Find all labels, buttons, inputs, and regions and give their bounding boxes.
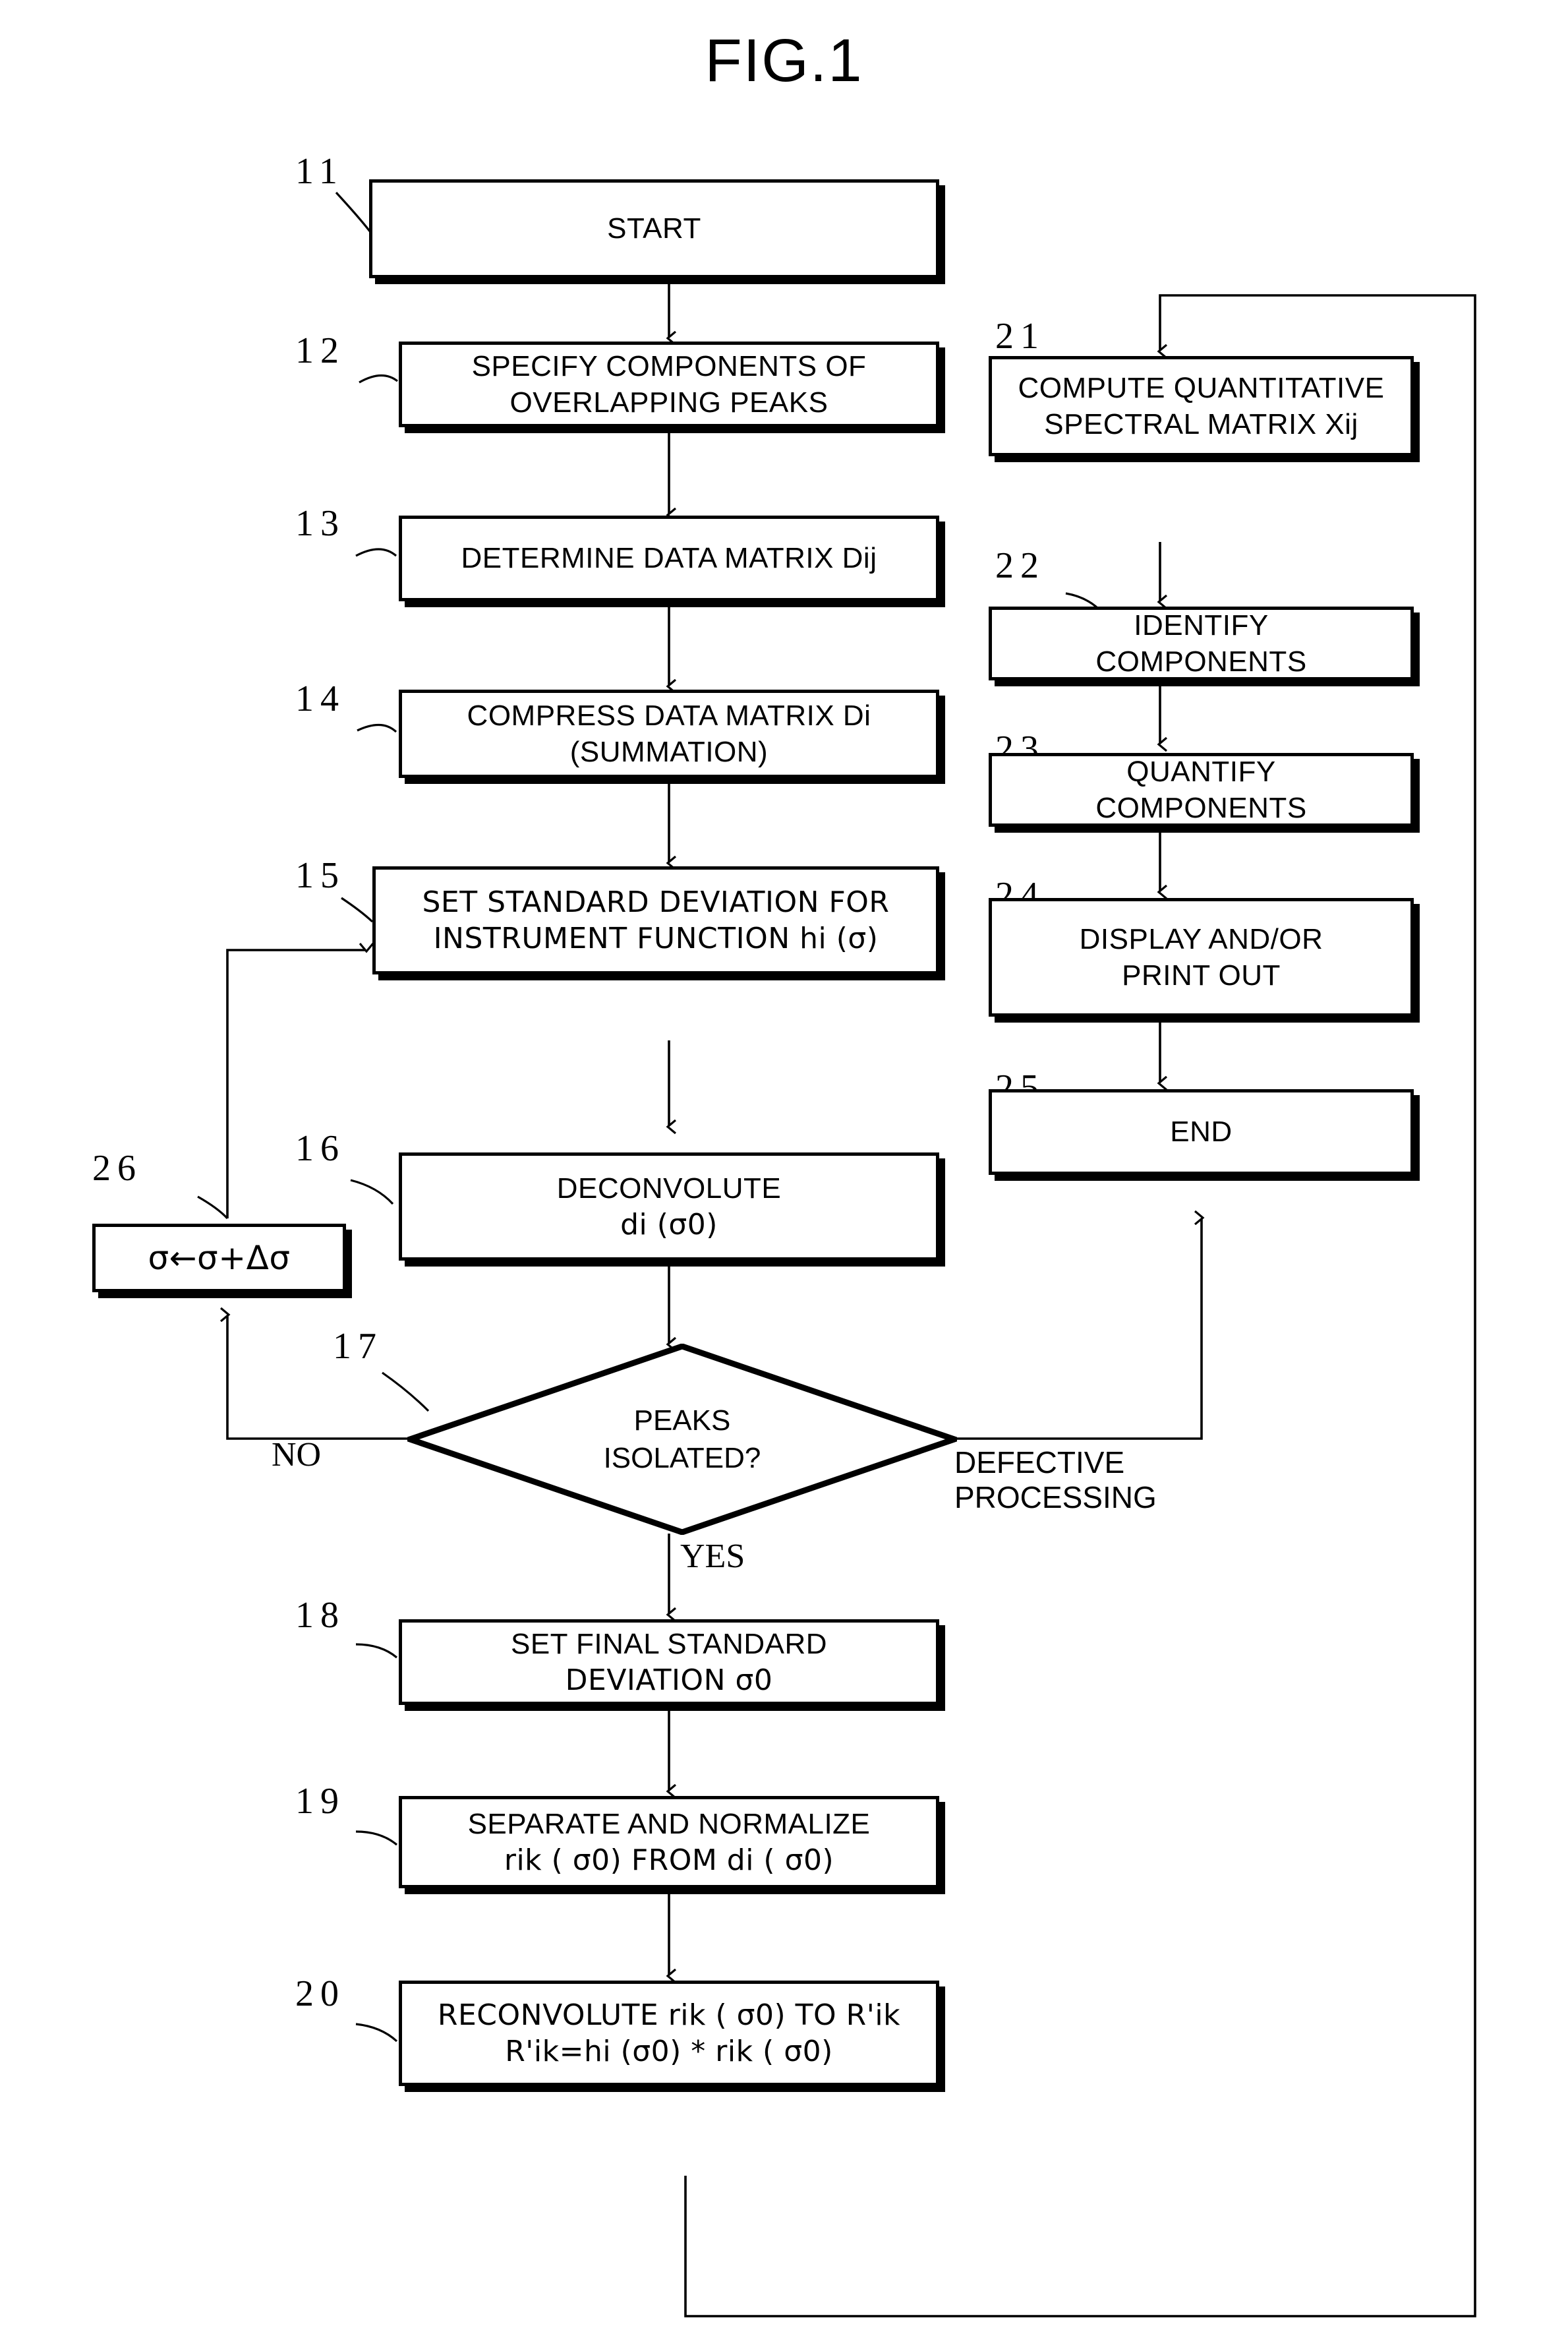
node-peaks-isolated-line2: ISOLATED? [603, 1442, 761, 1474]
node-end[interactable]: END [989, 1089, 1414, 1175]
node-identify-components-line1: IDENTIFY [1134, 609, 1269, 642]
ref-numeral-14: 14 [295, 678, 345, 719]
node-determine-data-matrix[interactable]: DETERMINE DATA MATRIX Dij [399, 516, 939, 601]
node-compress-data-matrix-line1: COMPRESS DATA MATRIX Di [467, 699, 871, 732]
node-display-print-out-line2: PRINT OUT [1122, 959, 1281, 992]
node-set-standard-deviation-line1: SET STANDARD DEVIATION FOR [422, 885, 890, 919]
node-identify-components[interactable]: IDENTIFY COMPONENTS [989, 607, 1414, 680]
node-deconvolute-line1: DECONVOLUTE [556, 1172, 782, 1205]
ref-numeral-26: 26 [92, 1148, 142, 1189]
ref-numeral-13: 13 [295, 503, 345, 544]
ref-numeral-18: 18 [295, 1595, 345, 1636]
node-start-line1: START [607, 212, 701, 245]
node-set-final-standard-deviation[interactable]: SET FINAL STANDARD DEVIATION σ0 [399, 1619, 939, 1705]
node-quantify-components-line2: COMPONENTS [1095, 792, 1307, 824]
ref-numeral-12: 12 [295, 330, 345, 371]
node-compress-data-matrix[interactable]: COMPRESS DATA MATRIX Di (SUMMATION) [399, 690, 939, 778]
node-reconvolute-line1: RECONVOLUTE rik ( σ0) TO R'ik [437, 1998, 901, 2032]
ref-numeral-19: 19 [295, 1781, 345, 1822]
node-separate-and-normalize-line1: SEPARATE AND NORMALIZE [467, 1807, 871, 1840]
node-compute-quantitative-spectral-matrix[interactable]: COMPUTE QUANTITATIVE SPECTRAL MATRIX Xij [989, 356, 1414, 456]
node-peaks-isolated-line1: PEAKS [633, 1404, 731, 1437]
node-end-line1: END [1170, 1116, 1233, 1149]
node-specify-components-line2: OVERLAPPING PEAKS [509, 386, 828, 419]
node-compute-quantitative-spectral-matrix-line1: COMPUTE QUANTITATIVE [1018, 371, 1385, 404]
ref-numeral-20: 20 [295, 1973, 345, 2014]
node-separate-and-normalize[interactable]: SEPARATE AND NORMALIZE rik ( σ0) FROM di… [399, 1796, 939, 1888]
node-specify-components[interactable]: SPECIFY COMPONENTS OF OVERLAPPING PEAKS [399, 342, 939, 427]
node-sigma-increment-line1: σ←σ+Δσ [148, 1238, 291, 1277]
node-identify-components-line2: COMPONENTS [1095, 645, 1307, 678]
ref-numeral-21: 21 [995, 316, 1045, 357]
ref-numeral-16: 16 [295, 1128, 345, 1169]
node-display-print-out-line1: DISPLAY AND/OR [1079, 922, 1323, 955]
edge-label-no: NO [272, 1436, 322, 1474]
node-display-print-out[interactable]: DISPLAY AND/OR PRINT OUT [989, 898, 1414, 1017]
edge-label-yes: YES [680, 1538, 745, 1575]
edge-label-defective-processing: DEFECTIVE PROCESSING [954, 1445, 1157, 1514]
node-sigma-increment[interactable]: σ←σ+Δσ [92, 1224, 346, 1292]
node-separate-and-normalize-line2: rik ( σ0) FROM di ( σ0) [504, 1843, 834, 1877]
node-peaks-isolated-decision[interactable]: PEAKS ISOLATED? [407, 1344, 957, 1535]
node-set-standard-deviation[interactable]: SET STANDARD DEVIATION FOR INSTRUMENT FU… [372, 866, 939, 974]
node-reconvolute[interactable]: RECONVOLUTE rik ( σ0) TO R'ik R'ik=hi (σ… [399, 1981, 939, 2086]
node-deconvolute-line2: di (σ0) [620, 1208, 718, 1241]
ref-numeral-22: 22 [995, 545, 1045, 586]
ref-numeral-11: 11 [295, 151, 344, 192]
node-set-final-standard-deviation-line1: SET FINAL STANDARD [510, 1627, 828, 1660]
node-reconvolute-line2: R'ik=hi (σ0) * rik ( σ0) [505, 2035, 833, 2068]
node-set-final-standard-deviation-line2: DEVIATION σ0 [565, 1663, 773, 1697]
ref-numeral-15: 15 [295, 855, 345, 896]
node-set-standard-deviation-line2: INSTRUMENT FUNCTION hi (σ) [433, 922, 879, 955]
node-quantify-components[interactable]: QUANTIFY COMPONENTS [989, 753, 1414, 827]
node-quantify-components-line1: QUANTIFY [1126, 755, 1276, 788]
patent-figure-page: FIG.1 11 12 13 14 15 16 17 18 19 20 21 2… [0, 0, 1568, 2330]
node-compute-quantitative-spectral-matrix-line2: SPECTRAL MATRIX Xij [1044, 408, 1358, 440]
node-start[interactable]: START [369, 179, 939, 278]
node-specify-components-line1: SPECIFY COMPONENTS OF [471, 349, 867, 382]
node-compress-data-matrix-line2: (SUMMATION) [569, 736, 769, 768]
node-determine-data-matrix-line1: DETERMINE DATA MATRIX Dij [461, 542, 877, 575]
node-deconvolute[interactable]: DECONVOLUTE di (σ0) [399, 1152, 939, 1261]
ref-numeral-17: 17 [333, 1326, 383, 1367]
